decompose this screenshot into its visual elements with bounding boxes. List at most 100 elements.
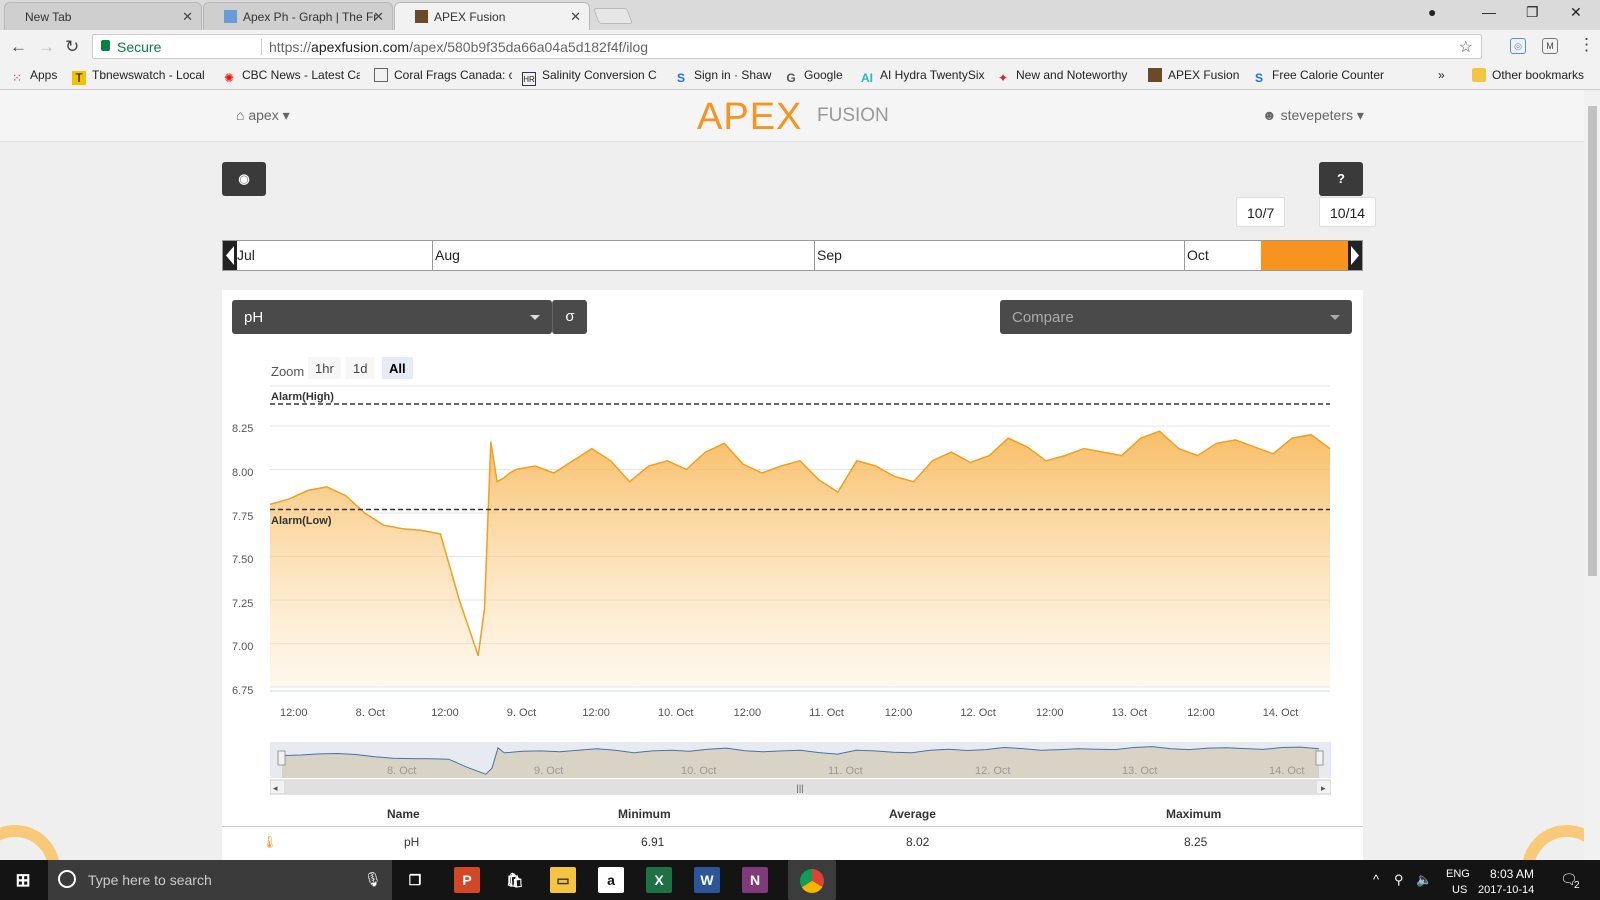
graph-panel: pH σ Compare Zoom 1hr 1d All 8.25 8.00 7… — [222, 290, 1363, 860]
x-tick-label: 13. Oct — [1111, 707, 1148, 719]
store-icon[interactable]: 🛍 — [502, 867, 528, 893]
selected-range-handle[interactable] — [1261, 241, 1348, 270]
reload-icon[interactable]: ↻ — [65, 37, 79, 57]
x-tick-label: 10. Oct — [658, 707, 694, 719]
volume-muted-icon[interactable]: 🔈 — [1416, 872, 1432, 888]
tab-title: Apex Ph - Graph | The Fr — [243, 10, 378, 24]
x-tick-label: 12:00 — [733, 707, 762, 719]
close-tab-icon[interactable]: ✕ — [570, 9, 581, 25]
bookmark-shaw[interactable]: S Sign in · Shaw — [674, 68, 771, 85]
scroll-right-arrow-icon[interactable]: ▸ — [1321, 783, 1326, 793]
amazon-icon[interactable]: a — [598, 867, 624, 893]
clock-time[interactable]: 8:03 AM — [1490, 867, 1534, 881]
tab-apex-fusion[interactable]: APEX Fusion ✕ — [394, 2, 590, 30]
new-tab-button[interactable] — [593, 8, 633, 24]
bookmark-overflow-chevron[interactable]: » — [1438, 68, 1445, 82]
address-bar[interactable]: Secure https://apexfusion.com/apex/580b9… — [92, 34, 1482, 59]
x-tick-label: 12:00 — [431, 707, 459, 719]
stats-header-average: Average — [889, 807, 936, 821]
probe-select[interactable]: pH — [232, 300, 552, 334]
close-tab-icon[interactable]: ✕ — [373, 9, 384, 25]
region-indicator[interactable]: US — [1452, 884, 1467, 896]
navigator-right-handle[interactable] — [1315, 750, 1324, 766]
powerpoint-icon[interactable]: P — [454, 867, 480, 893]
zoom-1hr-button[interactable]: 1hr — [308, 357, 341, 379]
compare-select[interactable]: Compare — [1000, 300, 1352, 334]
other-bookmarks[interactable]: Other bookmarks — [1472, 68, 1584, 82]
stats-header-minimum: Minimum — [618, 807, 671, 821]
onenote-icon[interactable]: N — [742, 867, 768, 893]
language-indicator[interactable]: ENG — [1446, 868, 1470, 880]
bookmark-cbc[interactable]: ✺ CBC News - Latest Ca — [222, 68, 360, 85]
secure-label: Secure — [117, 39, 162, 55]
close-window-icon[interactable]: ✕ — [1570, 4, 1582, 21]
tab-apex-ph-graph[interactable]: Apex Ph - Graph | The Fr ✕ — [203, 2, 393, 30]
bookmark-apps[interactable]: ⁙ Apps — [10, 68, 57, 85]
menu-kebab-icon[interactable]: ⋮ — [1578, 35, 1595, 55]
tray-chevron-icon[interactable]: ^ — [1373, 872, 1379, 887]
bookmark-tbnewswatch[interactable]: T Tbnewswatch - Local — [72, 68, 208, 85]
folder-icon — [1472, 68, 1486, 82]
restore-icon[interactable]: ❐ — [1526, 4, 1539, 21]
x-tick-label: 9. Oct — [506, 707, 537, 719]
scroll-left-arrow-icon[interactable]: ◂ — [273, 783, 278, 793]
ph-chart[interactable] — [222, 380, 1363, 710]
help-button[interactable]: ? — [1319, 162, 1363, 196]
bookmark-google[interactable]: G Google — [784, 68, 842, 85]
profile-icon[interactable]: ● — [1428, 4, 1436, 20]
extension-icon[interactable]: M — [1542, 38, 1558, 54]
taskbar-search[interactable]: Type here to search 🎙 — [48, 860, 392, 900]
divider — [261, 39, 262, 55]
word-icon[interactable]: W — [694, 867, 720, 893]
file-explorer-icon[interactable]: ▭ — [550, 867, 576, 893]
navigator-left-handle[interactable] — [277, 750, 286, 766]
clock-date[interactable]: 2017-10-14 — [1478, 884, 1534, 896]
bookmark-new-noteworthy[interactable]: ✦ New and Noteworthy — [996, 68, 1127, 85]
task-view-icon[interactable]: ❐ — [402, 867, 428, 893]
bookmark-star-icon[interactable]: ☆ — [1459, 37, 1473, 57]
sigma-button[interactable]: σ — [552, 300, 587, 334]
network-icon[interactable]: ⚲ — [1394, 872, 1404, 888]
range-navigator[interactable]: 8. Oct 9. Oct 10. Oct 11. Oct 12. Oct 13. Oct… — [270, 740, 1331, 796]
shaw-icon: S — [676, 71, 685, 85]
dashboard-gauge-icon: ◉ — [238, 171, 250, 186]
bookmark-coral-frags[interactable]: Coral Frags Canada: c — [374, 68, 512, 82]
noteworthy-icon: ✦ — [997, 71, 1009, 85]
extension-icon[interactable]: ◎ — [1510, 38, 1526, 54]
scrollbar-thumb[interactable] — [1588, 106, 1597, 576]
windows-start-icon[interactable]: ⊞ — [10, 867, 36, 893]
page-scrollbar[interactable] — [1584, 90, 1600, 860]
close-tab-icon[interactable]: ✕ — [182, 9, 193, 25]
excel-icon[interactable]: X — [646, 867, 672, 893]
timeline-right-arrow-icon[interactable] — [1348, 241, 1362, 270]
bookmark-ai-hydra[interactable]: AI AI Hydra TwentySix — [860, 68, 984, 85]
stats-name-cell: pH — [404, 835, 420, 849]
zoom-all-button[interactable]: All — [382, 357, 413, 379]
apps-grid-icon: ⁙ — [11, 71, 23, 85]
zoom-1d-button[interactable]: 1d — [346, 357, 375, 379]
bookmark-salinity[interactable]: HR Salinity Conversion C — [522, 68, 662, 86]
calorie-icon: S — [1254, 71, 1263, 85]
timeline-month: Aug — [432, 241, 814, 270]
navigator-tick-label: 14. Oct — [1269, 765, 1304, 777]
stats-avg-cell: 8.02 — [906, 835, 930, 849]
bookmark-apex-fusion[interactable]: APEX Fusion — [1148, 68, 1239, 82]
google-icon: G — [786, 71, 796, 85]
back-icon[interactable]: ← — [10, 37, 27, 57]
user-menu[interactable]: ☻ stevepeters ▾ — [1262, 107, 1364, 124]
x-tick-label: 8. Oct — [355, 707, 385, 719]
microphone-icon[interactable]: 🎙 — [364, 871, 382, 888]
tab-new-tab[interactable]: New Tab ✕ — [4, 2, 202, 30]
url-text[interactable]: https://apexfusion.com/apex/580b9f35da66… — [269, 39, 648, 55]
timeline-left-arrow-icon[interactable] — [223, 241, 237, 270]
scrollbar-grip-icon[interactable]: ||| — [797, 783, 804, 793]
navigator-tick-label: 12. Oct — [975, 765, 1010, 777]
date-range-timeline[interactable]: Jul Aug Sep Oct — [222, 240, 1363, 271]
navigator-tick-label: 8. Oct — [387, 765, 416, 777]
forward-icon[interactable]: → — [38, 37, 55, 57]
home-menu[interactable]: ⌂ apex ▾ — [236, 107, 290, 124]
bookmark-calorie[interactable]: S Free Calorie Counter — [1252, 68, 1390, 85]
dashboard-button[interactable]: ◉ — [222, 162, 266, 196]
chrome-icon[interactable] — [788, 860, 836, 900]
minimize-icon[interactable]: — — [1482, 4, 1496, 20]
